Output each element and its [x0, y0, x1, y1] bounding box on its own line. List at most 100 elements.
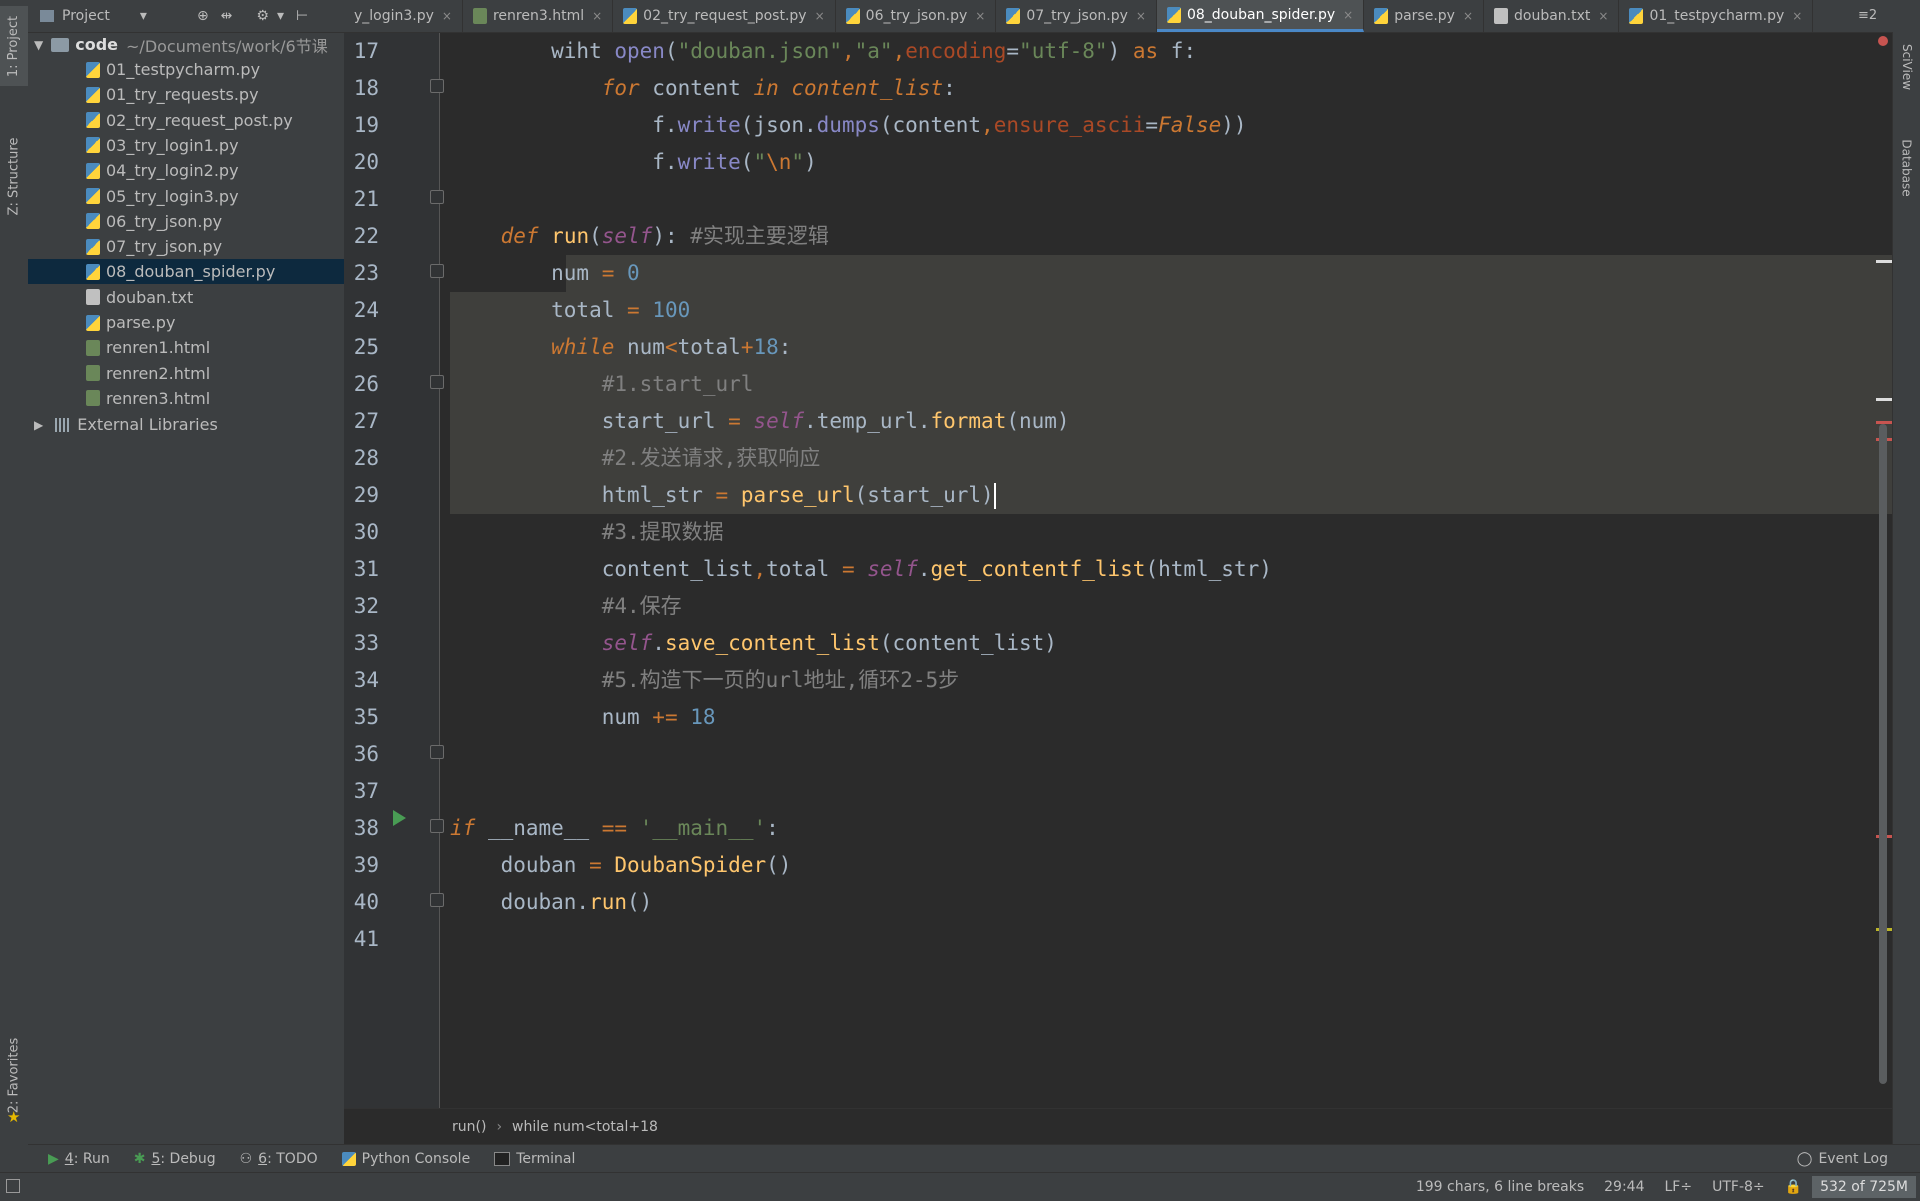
memory-indicator[interactable]: 532 of 725M — [1812, 1176, 1916, 1198]
structure-tool-tab[interactable]: Z: Structure — [0, 124, 28, 228]
tree-file-item[interactable]: renren2.html — [28, 361, 344, 386]
scroll-marker[interactable] — [1876, 260, 1892, 263]
editor-tab[interactable]: 01_testpycharm.py × — [1619, 0, 1814, 32]
html-file-icon — [86, 339, 100, 356]
project-tool-tab[interactable]: 1: Project — [0, 6, 28, 86]
editor-tab[interactable]: douban.txt × — [1484, 0, 1620, 32]
error-indicator-icon[interactable] — [1878, 36, 1888, 46]
tree-file-name: parse.py — [106, 313, 176, 332]
scroll-marker[interactable] — [1876, 398, 1892, 401]
tree-file-name: 04_try_login2.py — [106, 161, 239, 181]
tree-file-item[interactable]: renren3.html — [28, 386, 344, 411]
todo-icon: ⚇ — [239, 1151, 253, 1167]
chevron-down-icon[interactable]: ▾ — [277, 8, 284, 24]
lock-icon[interactable]: 🔒 — [1775, 1179, 1812, 1195]
editor-tab-label: parse.py — [1394, 8, 1455, 24]
editor-tab[interactable]: 06_try_json.py × — [836, 0, 997, 32]
fold-marker[interactable] — [430, 190, 444, 204]
python-file-icon — [86, 112, 100, 129]
editor-tab[interactable]: 07_try_json.py × — [996, 0, 1157, 32]
tree-file-name: 06_try_json.py — [106, 211, 223, 231]
python-file-icon — [86, 263, 100, 280]
tree-file-item[interactable]: douban.txt — [28, 285, 344, 310]
project-tool-label: 1: Project — [6, 15, 22, 77]
close-icon[interactable]: × — [1136, 9, 1146, 23]
tree-file-item[interactable]: 05_try_login3.py — [28, 184, 344, 209]
toggle-tool-windows-icon[interactable] — [6, 1179, 20, 1193]
terminal-button[interactable]: Terminal — [482, 1145, 587, 1173]
tree-file-name: 07_try_json.py — [106, 237, 223, 257]
selection-highlight — [566, 255, 1892, 292]
breadcrumb-item-run[interactable]: run() — [452, 1119, 486, 1135]
fold-marker[interactable] — [430, 375, 444, 389]
close-icon[interactable]: × — [1598, 9, 1608, 23]
close-icon[interactable]: × — [1343, 8, 1353, 22]
editor-tab-label: 07_try_json.py — [1026, 8, 1128, 24]
editor-tab[interactable]: 02_try_request_post.py × — [613, 0, 836, 32]
fold-marker[interactable] — [430, 893, 444, 907]
editor-tab[interactable]: y_login3.py × — [344, 0, 463, 32]
python-file-icon — [86, 188, 100, 204]
database-label: Database — [1900, 139, 1915, 197]
tree-file-item[interactable]: 01_try_requests.py — [28, 82, 344, 107]
run-icon[interactable] — [393, 810, 406, 826]
event-log-button[interactable]: ◯ Event Log — [1785, 1145, 1900, 1173]
debug-tool-button[interactable]: ✱ 5: Debug — [122, 1145, 228, 1173]
collapse-all-icon[interactable]: ⇹ — [221, 8, 233, 24]
line-number: 23 — [353, 261, 379, 285]
editor-tab[interactable]: 08_douban_spider.py × — [1156, 0, 1365, 32]
python-console-button[interactable]: Python Console — [330, 1145, 483, 1173]
fold-marker[interactable] — [430, 79, 444, 93]
close-icon[interactable]: × — [815, 9, 825, 23]
tree-file-item[interactable]: parse.py — [28, 310, 344, 335]
tree-root-code[interactable]: ▼ code ~/Documents/work/6节课 — [28, 32, 344, 57]
database-tool-tab[interactable]: Database — [1893, 118, 1920, 218]
fold-marker[interactable] — [430, 264, 444, 278]
scroll-from-source-icon[interactable]: ⊕ — [197, 8, 209, 24]
fold-marker[interactable] — [430, 819, 444, 833]
run-tool-button[interactable]: ▶ 4: Run — [36, 1145, 122, 1173]
tree-file-item[interactable]: 08_douban_spider.py — [28, 259, 344, 285]
gear-icon[interactable]: ⚙ — [256, 8, 269, 24]
close-icon[interactable]: × — [975, 9, 985, 23]
status-line-separator[interactable]: LF÷ — [1655, 1179, 1703, 1195]
tree-file-item[interactable]: renren1.html — [28, 335, 344, 360]
tree-external-libraries[interactable]: ▶ External Libraries — [28, 412, 344, 437]
line-number: 30 — [353, 520, 379, 544]
todo-tool-key: 6 — [258, 1151, 268, 1167]
tree-file-item[interactable]: 07_try_json.py — [28, 234, 344, 259]
chevron-right-icon[interactable]: ▶ — [34, 418, 43, 432]
tree-file-item[interactable]: 04_try_login2.py — [28, 158, 344, 183]
code-line-31: content_list,total = self.get_contentf_l… — [450, 557, 1272, 581]
chevron-down-icon[interactable]: ▼ — [34, 38, 43, 52]
editor-tab[interactable]: parse.py × — [1364, 0, 1485, 32]
editor-tab[interactable]: renren3.html × — [463, 0, 614, 32]
close-icon[interactable]: × — [1792, 9, 1802, 23]
sciview-tool-tab[interactable]: SciView — [1893, 32, 1920, 102]
close-icon[interactable]: × — [1463, 9, 1473, 23]
close-icon[interactable]: × — [592, 9, 602, 23]
star-icon: ★ — [7, 1108, 21, 1126]
html-file-icon — [86, 390, 100, 407]
breadcrumb-item-while[interactable]: while num<total+18 — [512, 1119, 658, 1135]
close-icon[interactable]: × — [442, 9, 452, 23]
python-file-icon — [86, 213, 100, 230]
fold-marker[interactable] — [430, 745, 444, 759]
tree-file-item[interactable]: 06_try_json.py — [28, 209, 344, 234]
vertical-scrollbar[interactable] — [1879, 424, 1887, 1084]
tabs-overflow-button[interactable]: ≡2 — [1858, 8, 1877, 23]
editor-tab-label: 08_douban_spider.py — [1186, 6, 1336, 23]
line-number: 26 — [353, 372, 379, 396]
status-encoding[interactable]: UTF-8÷ — [1702, 1179, 1775, 1195]
tree-file-item[interactable]: 03_try_login1.py — [28, 133, 344, 158]
status-cursor-position[interactable]: 29:44 — [1594, 1179, 1654, 1195]
project-view-icon — [40, 10, 54, 22]
code-editor[interactable]: 17 18 19 20 21 22 23 24 25 26 27 28 29 30 31 32 33 34 35 36… — [344, 33, 1892, 1108]
python-file-icon — [86, 86, 100, 103]
tree-file-item[interactable]: 02_try_request_post.py — [28, 108, 344, 133]
project-panel: Project ▾ ⊕ ⇹ ⚙ ▾ ⊢ ▼ code ~/Documents/w… — [28, 0, 345, 1172]
todo-tool-button[interactable]: ⚇ 6: TODO — [228, 1145, 330, 1173]
hide-panel-icon[interactable]: ⊢ — [296, 8, 308, 24]
chevron-down-icon[interactable]: ▾ — [140, 8, 147, 24]
tree-file-item[interactable]: 01_testpycharm.py — [28, 57, 344, 82]
